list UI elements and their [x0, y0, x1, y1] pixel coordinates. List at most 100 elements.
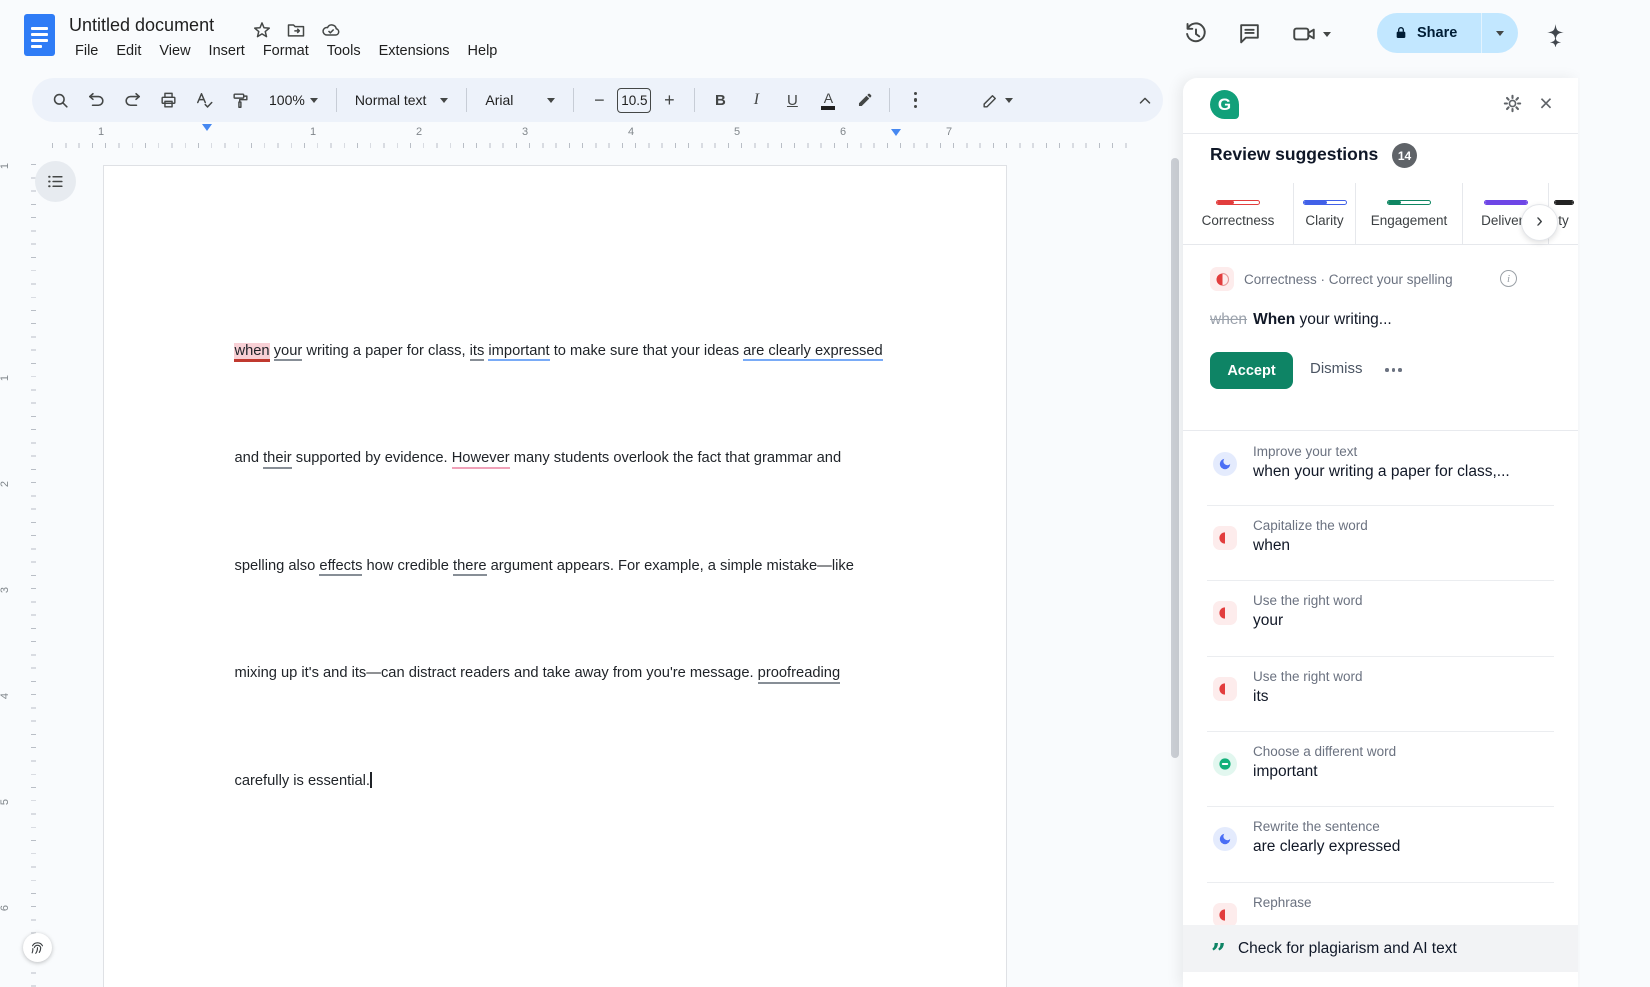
search-menus-icon[interactable] [45, 85, 75, 115]
grammar-error-word[interactable]: there [453, 558, 486, 577]
google-docs-window: Untitled document File Edit View Insert … [0, 0, 1650, 987]
word-choice-icon [1213, 752, 1237, 776]
version-history-icon[interactable] [1183, 21, 1209, 47]
underline-button[interactable]: U [777, 85, 807, 115]
docs-logo-icon[interactable] [24, 14, 55, 56]
tab-correctness[interactable]: Correctness [1183, 183, 1294, 244]
doc-line: carefully is essential. [210, 749, 883, 814]
rewrite-icon [1213, 827, 1237, 851]
more-toolbar-options-icon[interactable] [900, 85, 930, 115]
doc-line: mixing up it's and its—can distract read… [210, 642, 883, 707]
correctness-shield-icon [1213, 526, 1237, 550]
tabs-scroll-right-button[interactable]: › [1521, 204, 1558, 241]
more-options-icon[interactable] [1385, 368, 1402, 372]
share-button[interactable]: Share [1377, 13, 1518, 53]
suggestion-preview: whenWhen your writing... [1210, 311, 1392, 329]
undo-icon[interactable] [81, 85, 111, 115]
gemini-sparkle-icon[interactable] [1543, 22, 1568, 47]
italic-button[interactable]: I [741, 85, 771, 115]
share-label: Share [1417, 25, 1457, 41]
move-folder-icon[interactable] [286, 20, 306, 40]
list-item[interactable]: Choose a different word important [1183, 732, 1578, 807]
text-color-button[interactable]: A [813, 85, 843, 115]
text-cursor [370, 772, 372, 788]
decrease-font-size-button[interactable]: − [584, 85, 614, 115]
accept-button[interactable]: Accept [1210, 352, 1293, 389]
star-icon[interactable] [252, 20, 272, 40]
video-camera-icon [1291, 21, 1317, 47]
font-size-input[interactable]: 10.5 [617, 88, 651, 113]
redo-icon[interactable] [117, 85, 147, 115]
clarity-suggestion-phrase[interactable]: are clearly expressed [743, 343, 883, 362]
spell-check-icon[interactable] [189, 85, 219, 115]
chevron-down-icon [1323, 32, 1331, 37]
menu-insert[interactable]: Insert [200, 41, 254, 61]
cloud-status-icon[interactable] [320, 20, 342, 40]
info-icon[interactable]: i [1500, 270, 1517, 287]
list-item[interactable]: Rewrite the sentence are clearly express… [1183, 807, 1578, 883]
clarity-progress-bar [1303, 200, 1347, 205]
google-side-panel-strip: 31 + [1580, 0, 1650, 987]
grammar-error-word[interactable]: However [452, 450, 510, 469]
settings-gear-icon[interactable] [1501, 92, 1525, 116]
menubar: File Edit View Insert Format Tools Exten… [66, 41, 506, 61]
grammar-error-word[interactable]: proofreading [758, 665, 840, 684]
menu-format[interactable]: Format [254, 41, 318, 61]
right-indent-marker[interactable] [891, 136, 902, 154]
correctness-progress-bar [1216, 200, 1260, 205]
suggestion-card-header: Correctness · Correct your spelling [1210, 267, 1453, 291]
quotes-icon: ” [1211, 949, 1226, 959]
grammar-error-word[interactable]: effects [319, 558, 362, 577]
video-call-button[interactable] [1291, 21, 1331, 47]
grammar-error-word[interactable]: your [274, 343, 303, 362]
suggestion-category: Correctness · Correct your spelling [1244, 272, 1453, 287]
vertical-ruler: 1 1 2 3 4 5 6 [0, 152, 40, 987]
clarity-suggestion-word[interactable]: important [488, 343, 549, 362]
grammar-error-word[interactable]: its [470, 343, 485, 362]
tab-clarity[interactable]: Clarity [1294, 183, 1356, 244]
highlight-color-icon[interactable] [849, 85, 879, 115]
menu-tools[interactable]: Tools [318, 41, 370, 61]
menu-file[interactable]: File [66, 41, 107, 61]
fingerprint-icon[interactable] [23, 933, 52, 962]
list-item[interactable]: Use the right word its [1183, 657, 1578, 732]
suggestion-tabs: Correctness Clarity Engagement Delivery … [1183, 183, 1578, 245]
replacement-word: When [1253, 311, 1295, 328]
correctness-shield-icon [1213, 601, 1237, 625]
document-tabs-button[interactable] [35, 161, 76, 202]
grammarly-panel: G × Review suggestions 14 Correctness Cl… [1183, 78, 1578, 987]
lock-icon [1393, 25, 1409, 41]
share-dropdown[interactable] [1482, 31, 1518, 36]
close-panel-icon[interactable]: × [1534, 89, 1558, 117]
menu-edit[interactable]: Edit [107, 41, 150, 61]
plagiarism-check-button[interactable]: ” Check for plagiarism and AI text [1183, 925, 1578, 972]
list-item[interactable]: Improve your text when your writing a pa… [1183, 432, 1578, 506]
zoom-select[interactable]: 100% [261, 85, 326, 115]
paragraph-style-select[interactable]: Normal text [347, 85, 457, 115]
increase-font-size-button[interactable]: + [654, 85, 684, 115]
grammar-error-word[interactable]: their [263, 450, 292, 469]
bold-button[interactable]: B [705, 85, 735, 115]
suggestion-count-badge: 14 [1392, 143, 1417, 168]
menu-help[interactable]: Help [459, 41, 507, 61]
font-family-select[interactable]: Arial [477, 85, 563, 115]
tab-engagement[interactable]: Engagement [1356, 183, 1463, 244]
menu-extensions[interactable]: Extensions [370, 41, 459, 61]
dismiss-button[interactable]: Dismiss [1310, 360, 1363, 377]
paint-format-icon[interactable] [225, 85, 255, 115]
left-indent-marker[interactable] [202, 131, 213, 149]
grammar-error-word[interactable]: when [234, 343, 269, 363]
list-item[interactable]: Capitalize the word when [1183, 506, 1578, 581]
doc-line: when your writing a paper for class, its… [210, 319, 883, 384]
document-title[interactable]: Untitled document [69, 15, 214, 36]
print-icon[interactable] [153, 85, 183, 115]
menu-view[interactable]: View [150, 41, 199, 61]
document-scrollbar[interactable] [1171, 158, 1179, 758]
comments-icon[interactable] [1237, 21, 1263, 47]
list-item[interactable]: Use the right word your [1183, 581, 1578, 657]
delivery-progress-bar [1484, 200, 1528, 205]
editing-mode-select[interactable] [981, 85, 1013, 115]
panel-title: Review suggestions [1210, 144, 1378, 165]
hide-menus-chevron-icon[interactable] [1136, 92, 1154, 110]
doc-line: and their supported by evidence. However… [210, 427, 883, 492]
